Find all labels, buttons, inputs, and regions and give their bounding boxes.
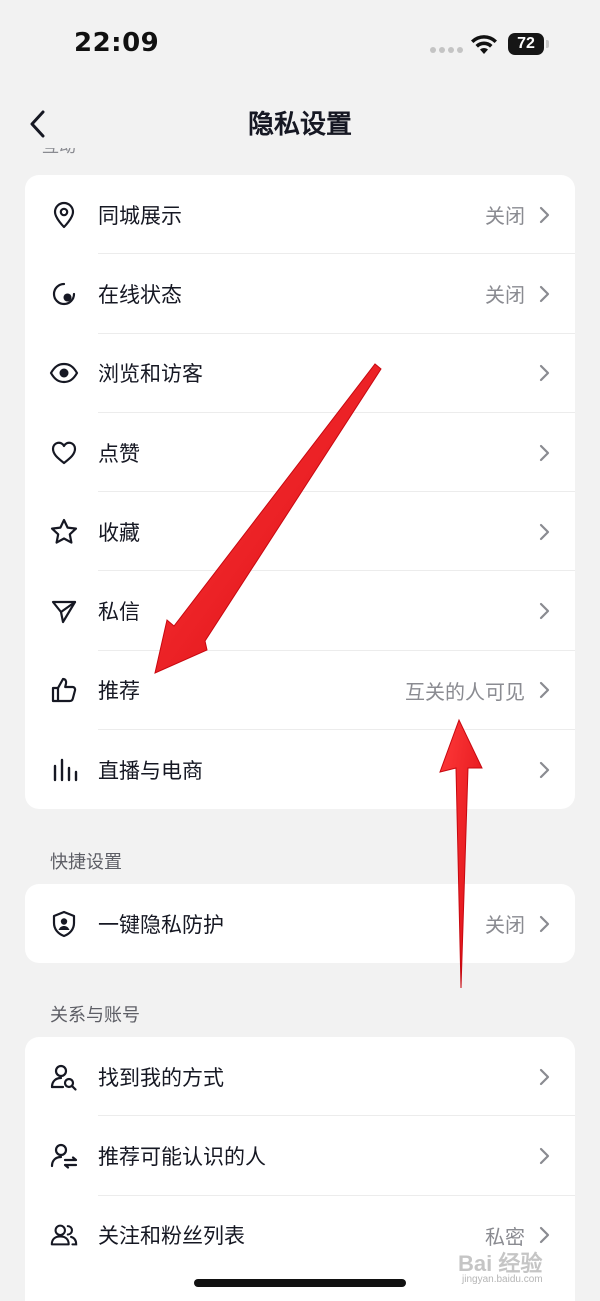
back-button[interactable] bbox=[18, 104, 58, 144]
row-label: 推荐可能认识的人 bbox=[98, 1144, 266, 1169]
chevron-right-icon bbox=[539, 523, 550, 540]
chevron-right-icon bbox=[539, 603, 550, 620]
chevron-right-icon bbox=[539, 1147, 550, 1165]
home-indicator[interactable] bbox=[194, 1279, 406, 1287]
settings-row-likes[interactable]: 点赞 bbox=[25, 413, 575, 493]
settings-row-suggest-people[interactable]: 推荐可能认识的人 bbox=[25, 1116, 575, 1196]
star-icon bbox=[49, 517, 79, 547]
section-header-quick-settings: 快捷设置 bbox=[50, 852, 122, 873]
row-label: 关注和粉丝列表 bbox=[98, 1224, 245, 1249]
row-label: 收藏 bbox=[98, 520, 140, 545]
chevron-right-icon bbox=[539, 761, 550, 778]
watermark: Bai 经验 jingyan.baidu.com bbox=[458, 1246, 570, 1296]
wifi-icon bbox=[471, 35, 497, 54]
page-title: 隐私设置 bbox=[247, 110, 352, 140]
row-label: 直播与电商 bbox=[98, 758, 203, 783]
chevron-right-icon bbox=[539, 915, 550, 932]
privacy-interactions-card: 同城展示 关闭 在线状态 关闭 浏览和访客 点赞 收藏 私信 推荐 互关的人可见… bbox=[25, 175, 575, 809]
battery-level: 72 bbox=[517, 35, 535, 52]
row-label: 同城展示 bbox=[98, 203, 182, 228]
send-icon bbox=[49, 596, 79, 626]
settings-row-live-commerce[interactable]: 直播与电商 bbox=[25, 730, 575, 809]
chevron-right-icon bbox=[539, 206, 550, 223]
row-value: 关闭 bbox=[485, 204, 525, 229]
settings-row-messages[interactable]: 私信 bbox=[25, 571, 575, 651]
settings-row-privacy-protection[interactable]: 一键隐私防护 关闭 bbox=[25, 884, 575, 963]
row-label: 找到我的方式 bbox=[98, 1065, 224, 1090]
chevron-right-icon bbox=[539, 682, 550, 699]
row-label: 一键隐私防护 bbox=[98, 912, 224, 937]
status-bar: 22:09 72 bbox=[0, 0, 600, 90]
watermark-url: jingyan.baidu.com bbox=[462, 1274, 543, 1285]
user-search-icon bbox=[49, 1062, 79, 1092]
location-pin-icon bbox=[49, 200, 79, 230]
settings-row-views-visitors[interactable]: 浏览和访客 bbox=[25, 334, 575, 413]
row-label: 推荐 bbox=[98, 679, 140, 704]
settings-row-local-display[interactable]: 同城展示 关闭 bbox=[25, 175, 575, 255]
cellular-signal-icon bbox=[430, 47, 464, 53]
chevron-right-icon bbox=[539, 1068, 550, 1085]
chevron-right-icon bbox=[539, 1227, 550, 1244]
row-label: 点赞 bbox=[98, 441, 140, 466]
row-label: 私信 bbox=[98, 600, 140, 625]
quick-settings-card: 一键隐私防护 关闭 bbox=[25, 884, 575, 963]
users-icon bbox=[49, 1220, 79, 1250]
section-header-relationships: 关系与账号 bbox=[50, 1005, 140, 1026]
heart-icon bbox=[49, 438, 79, 468]
row-value: 互关的人可见 bbox=[405, 679, 525, 704]
battery-icon: 72 bbox=[508, 33, 544, 55]
settings-row-recommend[interactable]: 推荐 互关的人可见 bbox=[25, 651, 575, 731]
row-label: 在线状态 bbox=[98, 282, 182, 307]
thumbs-up-icon bbox=[49, 675, 79, 705]
settings-row-online-status[interactable]: 在线状态 关闭 bbox=[25, 254, 575, 334]
chevron-right-icon bbox=[539, 444, 550, 461]
shield-user-icon bbox=[49, 909, 79, 939]
row-label: 浏览和访客 bbox=[98, 362, 203, 387]
bar-chart-icon bbox=[49, 755, 79, 785]
battery-cap bbox=[546, 40, 549, 48]
clipped-section-header: 互动 bbox=[42, 148, 92, 160]
settings-row-favorites[interactable]: 收藏 bbox=[25, 492, 575, 572]
row-value: 关闭 bbox=[485, 913, 525, 937]
status-time: 22:09 bbox=[74, 28, 160, 58]
row-value: 关闭 bbox=[485, 283, 525, 308]
user-swap-icon bbox=[49, 1141, 79, 1171]
online-status-icon bbox=[49, 279, 79, 309]
chevron-left-icon bbox=[30, 110, 45, 138]
chevron-right-icon bbox=[539, 285, 550, 303]
eye-icon bbox=[49, 358, 79, 388]
chevron-right-icon bbox=[539, 365, 550, 382]
settings-row-find-me[interactable]: 找到我的方式 bbox=[25, 1037, 575, 1117]
